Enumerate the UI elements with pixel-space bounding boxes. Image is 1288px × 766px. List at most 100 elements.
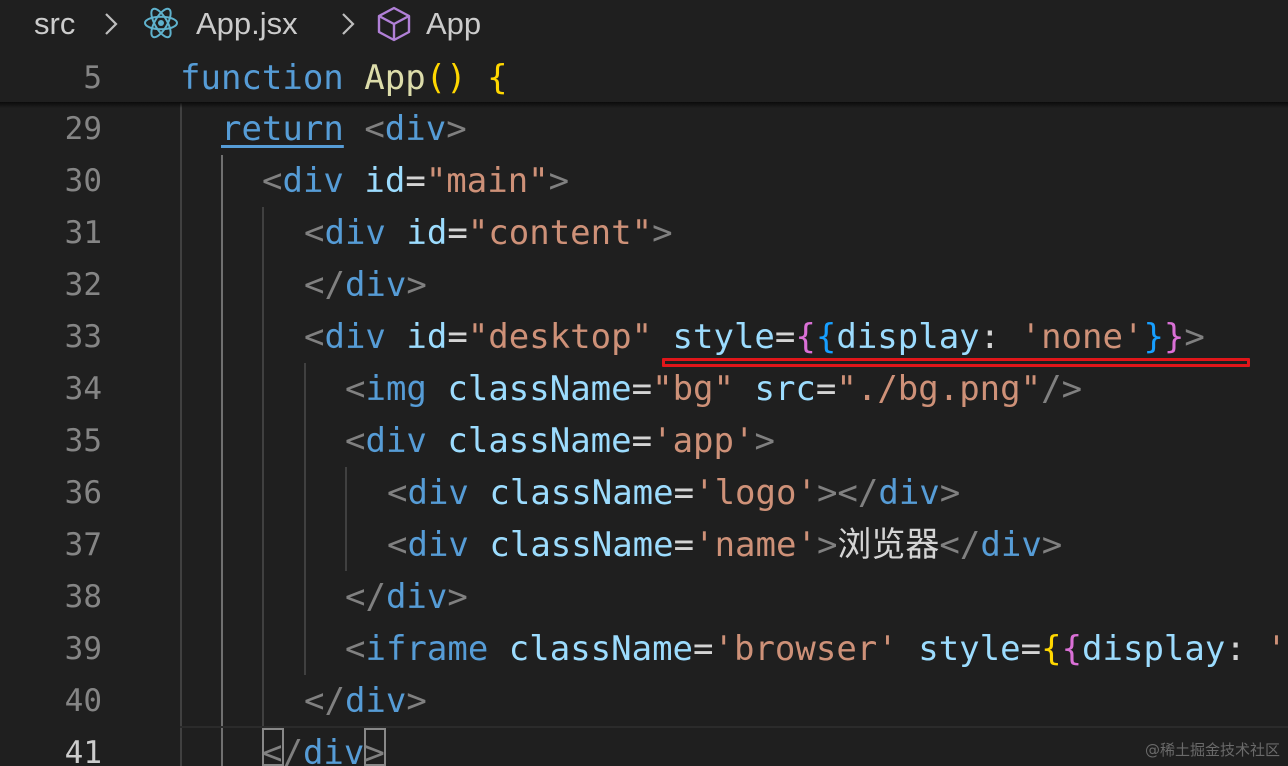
code-text[interactable]: </div> — [304, 675, 427, 727]
line-number: 30 — [64, 163, 102, 199]
sticky-scroll-shadow — [0, 102, 1288, 108]
code-line[interactable]: 37 <div className='name'>浏览器</div> — [0, 519, 1288, 571]
code-token: : — [1225, 629, 1267, 669]
code-token: } — [1163, 317, 1185, 357]
cube-icon — [374, 4, 414, 52]
code-token: "main" — [425, 161, 549, 201]
sticky-scroll-line[interactable]: 5 function App() { — [0, 52, 1288, 102]
code-token: > — [1041, 525, 1063, 565]
line-number: 5 — [83, 60, 102, 96]
code-line[interactable]: 40 </div> — [0, 675, 1288, 727]
code-token: div — [385, 577, 448, 617]
code-token: > — [447, 577, 468, 617]
code-token: div — [324, 317, 386, 357]
code-token: div — [365, 421, 427, 461]
code-line[interactable]: 32 </div> — [0, 259, 1288, 311]
code-token: () — [425, 58, 467, 98]
code-token: = — [631, 369, 653, 409]
code-token: < — [262, 161, 283, 201]
code-text[interactable]: function App() { — [180, 52, 508, 104]
chevron-right-icon — [103, 10, 119, 46]
code-token: < — [387, 525, 408, 565]
breadcrumb-file[interactable]: App.jsx — [196, 4, 298, 44]
code-token: src — [754, 369, 816, 409]
code-token: id — [406, 317, 448, 357]
code-token: > — [446, 109, 467, 149]
code-line[interactable]: 33 <div id="desktop" style={{display: 'no… — [0, 311, 1288, 363]
code-line[interactable]: 35 <div className='app'> — [0, 415, 1288, 467]
code-token: 'browser' — [713, 629, 898, 669]
code-token: > — [652, 213, 673, 253]
code-token: className — [447, 421, 632, 461]
breadcrumb-folder[interactable]: src — [34, 4, 75, 44]
code-token: ></ — [816, 473, 879, 513]
code-token: className — [489, 473, 674, 513]
code-token: div — [282, 161, 344, 201]
code-line[interactable]: 29 return <div> — [0, 103, 1288, 155]
code-token: </ — [304, 681, 345, 721]
code-text[interactable]: <img className="bg" src="./bg.png"/> — [345, 363, 1082, 415]
code-token: = — [631, 421, 653, 461]
code-token: < — [364, 109, 385, 149]
code-line[interactable]: 34 <img className="bg" src="./bg.png"/> — [0, 363, 1288, 415]
breadcrumb-symbol[interactable]: App — [426, 4, 481, 44]
code-text[interactable]: <iframe className='browser' style={{disp… — [345, 623, 1287, 675]
code-text[interactable]: <div id="main"> — [262, 155, 569, 207]
code-line[interactable]: 39 <iframe className='browser' style={{di… — [0, 623, 1288, 675]
code-token: "desktop" — [467, 317, 653, 357]
editor-code-area[interactable]: 29 return <div> 30 <div id="main"> 31 <div id… — [0, 103, 1288, 766]
code-token: < — [345, 369, 366, 409]
code-text[interactable]: <div id="content"> — [304, 207, 673, 259]
code-token: div — [980, 525, 1042, 565]
code-token: 浏览器 — [837, 525, 940, 565]
code-token: { — [795, 317, 816, 357]
code-token: 'logo' — [694, 473, 817, 513]
code-token: className — [489, 525, 674, 565]
code-token: display — [836, 317, 980, 357]
line-number: 34 — [64, 371, 102, 407]
code-line[interactable]: 38 </div> — [0, 571, 1288, 623]
code-text[interactable]: </div> — [345, 571, 468, 623]
code-token: > — [406, 265, 427, 305]
code-text[interactable]: <div id="desktop" style={{display: 'none… — [304, 311, 1205, 363]
code-token: div — [384, 109, 447, 149]
code-token: > — [816, 525, 838, 565]
code-token: = — [673, 525, 695, 565]
code-line[interactable]: 30 <div id="main"> — [0, 155, 1288, 207]
code-token: div — [407, 473, 469, 513]
code-token: > — [754, 421, 775, 461]
code-token: "content" — [467, 213, 653, 253]
code-token: { — [1061, 629, 1083, 669]
line-number: 29 — [64, 111, 102, 147]
code-token: > — [1184, 317, 1205, 357]
line-number: 32 — [64, 267, 102, 303]
code-token: < — [345, 421, 366, 461]
code-text[interactable]: <div className='logo'></div> — [387, 467, 960, 519]
breadcrumb: src App.jsx App — [0, 0, 1288, 50]
current-line-highlight — [180, 726, 1288, 766]
code-text[interactable]: </div> — [304, 259, 427, 311]
code-token: iframe — [365, 629, 489, 669]
code-text[interactable]: return <div> — [221, 103, 467, 155]
code-text[interactable]: <div className='app'> — [345, 415, 775, 467]
code-token: </ — [304, 265, 345, 305]
code-token: 'app' — [652, 421, 755, 461]
code-token: 'name' — [694, 525, 817, 565]
line-number: 41 — [64, 735, 102, 766]
code-token: > — [939, 473, 961, 513]
code-token: style — [918, 629, 1021, 669]
code-token: : — [979, 317, 1021, 357]
code-text[interactable]: <div className='name'>浏览器</div> — [387, 519, 1062, 571]
code-line[interactable]: 31 <div id="content"> — [0, 207, 1288, 259]
code-token: App — [364, 58, 426, 98]
react-icon — [142, 4, 180, 50]
code-token: 'none' — [1020, 317, 1144, 357]
code-token: > — [406, 681, 427, 721]
code-line[interactable]: 36 <div className='logo'></div> — [0, 467, 1288, 519]
